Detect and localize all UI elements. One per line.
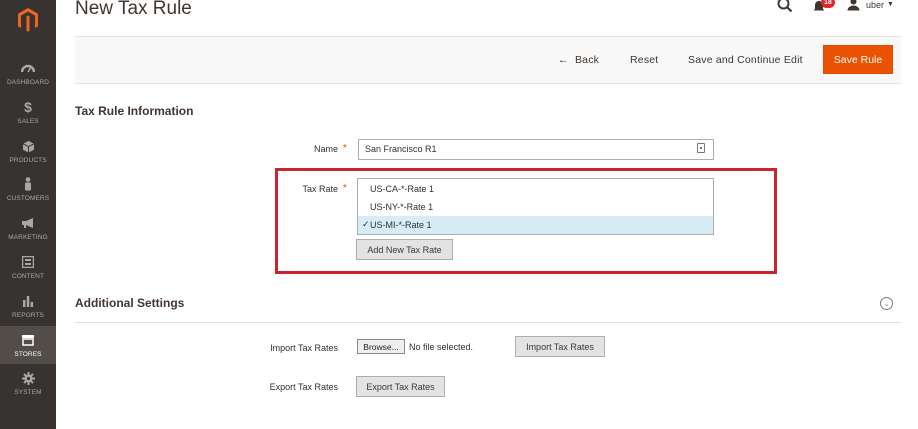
tax-rate-option-label: US-MI-*-Rate 1 — [370, 220, 432, 230]
add-new-tax-rate-button[interactable]: Add New Tax Rate — [356, 239, 453, 260]
user-icon[interactable] — [847, 0, 860, 16]
name-label: Name — [313, 144, 338, 154]
admin-sidebar: DASHBOARD $ SALES PRODUCTS CUSTOMERS MAR… — [0, 0, 56, 429]
save-rule-button[interactable]: Save Rule — [823, 45, 893, 74]
section-title-tax-rule-information: Tax Rule Information — [75, 104, 194, 118]
gear-icon — [20, 370, 36, 386]
person-icon — [20, 176, 36, 192]
export-tax-rates-button[interactable]: Export Tax Rates — [356, 376, 445, 397]
cube-icon — [20, 138, 36, 154]
sidebar-item-label: SYSTEM — [14, 389, 42, 396]
sidebar-item-system[interactable]: SYSTEM — [0, 364, 56, 402]
notification-count-badge: 18 — [821, 0, 835, 8]
sidebar-item-content[interactable]: CONTENT — [0, 248, 56, 286]
no-file-selected-text: No file selected. — [409, 342, 474, 352]
import-tax-rates-label: Import Tax Rates — [270, 343, 338, 353]
sidebar-item-dashboard[interactable]: DASHBOARD — [0, 54, 56, 92]
section-title-additional-settings[interactable]: Additional Settings — [75, 296, 184, 310]
browse-file-button[interactable]: Browse... — [357, 339, 405, 354]
checkmark-icon: ✓ — [362, 219, 370, 229]
sidebar-item-label: CUSTOMERS — [6, 195, 50, 202]
required-asterisk: * — [343, 183, 347, 194]
tax-rate-option[interactable]: US-NY-*-Rate 1 — [358, 198, 713, 216]
sidebar-item-label: CONTENT — [11, 273, 45, 280]
tax-rate-option-label: US-CA-*-Rate 1 — [370, 184, 435, 194]
sidebar-item-stores[interactable]: STORES — [0, 326, 56, 364]
search-icon[interactable] — [777, 0, 793, 18]
sidebar-item-customers[interactable]: CUSTOMERS — [0, 170, 56, 208]
dashboard-icon — [20, 60, 36, 76]
reset-button[interactable]: Reset — [630, 54, 658, 66]
chevron-down-icon[interactable]: ⌄ — [880, 297, 893, 310]
required-asterisk: * — [343, 143, 347, 154]
back-button[interactable]: ← Back — [558, 54, 599, 66]
store-icon — [20, 332, 36, 348]
dollar-icon: $ — [24, 99, 32, 115]
save-continue-button[interactable]: Save and Continue Edit — [688, 54, 803, 66]
sidebar-item-sales[interactable]: $ SALES — [0, 93, 56, 131]
magento-logo[interactable] — [0, 0, 56, 40]
sidebar-item-label: REPORTS — [11, 312, 44, 319]
import-tax-rates-button[interactable]: Import Tax Rates — [515, 336, 605, 357]
bar-chart-icon — [20, 293, 36, 309]
tax-rate-multiselect[interactable]: US-CA-*-Rate 1 US-NY-*-Rate 1 ✓ US-MI-*-… — [357, 178, 714, 235]
sidebar-item-label: MARKETING — [8, 234, 48, 241]
page-title: New Tax Rule — [75, 0, 192, 19]
magento-logo-icon — [18, 8, 38, 32]
divider — [75, 322, 901, 323]
sidebar-item-label: STORES — [14, 351, 42, 358]
megaphone-icon — [20, 215, 36, 231]
sidebar-item-label: SALES — [17, 118, 39, 125]
tax-rate-option-label: US-NY-*-Rate 1 — [370, 202, 434, 212]
export-tax-rates-label: Export Tax Rates — [269, 382, 338, 392]
sidebar-item-marketing[interactable]: MARKETING — [0, 209, 56, 247]
sidebar-item-label: PRODUCTS — [9, 157, 47, 164]
arrow-left-icon: ← — [558, 54, 569, 66]
input-options-icon[interactable] — [697, 143, 705, 153]
tax-rate-option[interactable]: US-CA-*-Rate 1 — [358, 180, 713, 198]
layout-icon — [20, 254, 36, 270]
tax-rate-label: Tax Rate — [302, 184, 338, 194]
sidebar-item-products[interactable]: PRODUCTS — [0, 132, 56, 170]
back-button-label: Back — [574, 54, 600, 66]
tax-rate-option-selected[interactable]: ✓ US-MI-*-Rate 1 — [358, 216, 713, 234]
sidebar-item-label: DASHBOARD — [6, 79, 50, 86]
user-name[interactable]: uber — [866, 0, 884, 10]
sidebar-item-reports[interactable]: REPORTS — [0, 287, 56, 325]
caret-down-icon[interactable]: ▼ — [887, 1, 894, 8]
name-input[interactable]: San Francisco R1 — [358, 139, 714, 160]
